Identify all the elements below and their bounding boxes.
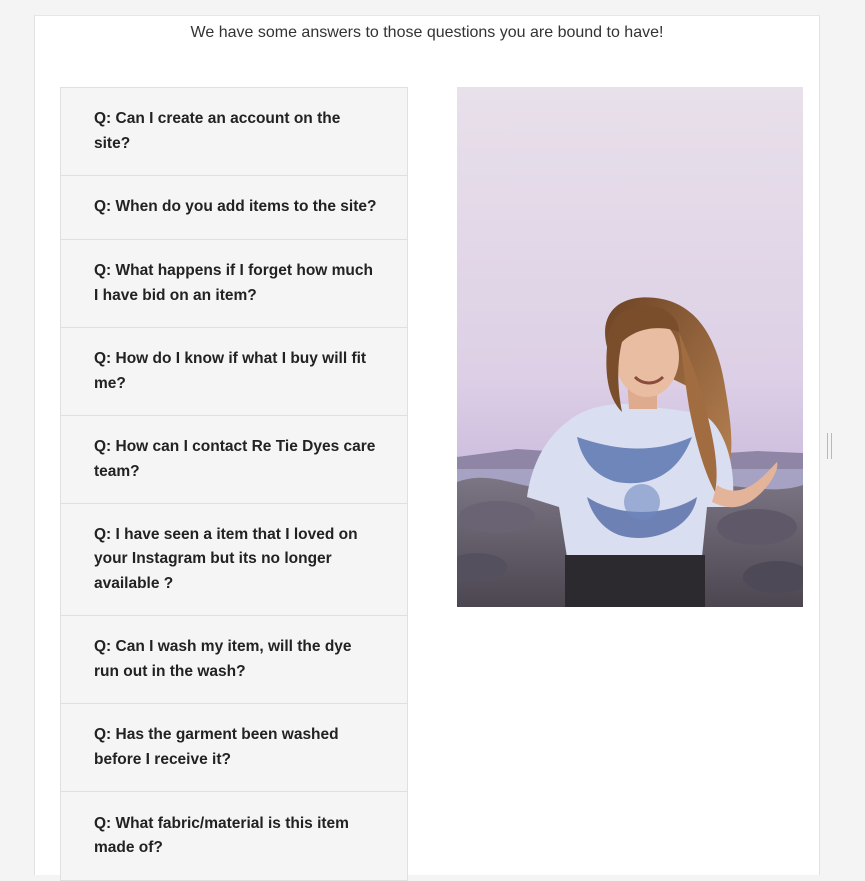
faq-list: Q: Can I create an account on the site? … [60, 87, 408, 881]
faq-question[interactable]: Q: I have seen a item that I loved on yo… [61, 504, 407, 616]
faq-section: We have some answers to those questions … [34, 15, 820, 881]
faq-question[interactable]: Q: Can I wash my item, will the dye run … [61, 616, 407, 704]
model-photo [457, 87, 803, 607]
faq-question[interactable]: Q: What happens if I forget how much I h… [61, 240, 407, 328]
faq-question[interactable]: Q: Can I create an account on the site? [61, 88, 407, 176]
faq-question[interactable]: Q: When do you add items to the site? [61, 176, 407, 240]
faq-question[interactable]: Q: How can I contact Re Tie Dyes care te… [61, 416, 407, 504]
resize-handle[interactable] [827, 433, 832, 459]
photo-illustration [457, 87, 803, 607]
faq-question[interactable]: Q: How do I know if what I buy will fit … [61, 328, 407, 416]
faq-question[interactable]: Q: Has the garment been washed before I … [61, 704, 407, 792]
faq-question[interactable]: Q: What fabric/material is this item mad… [61, 792, 407, 880]
intro-text: We have some answers to those questions … [190, 24, 664, 41]
